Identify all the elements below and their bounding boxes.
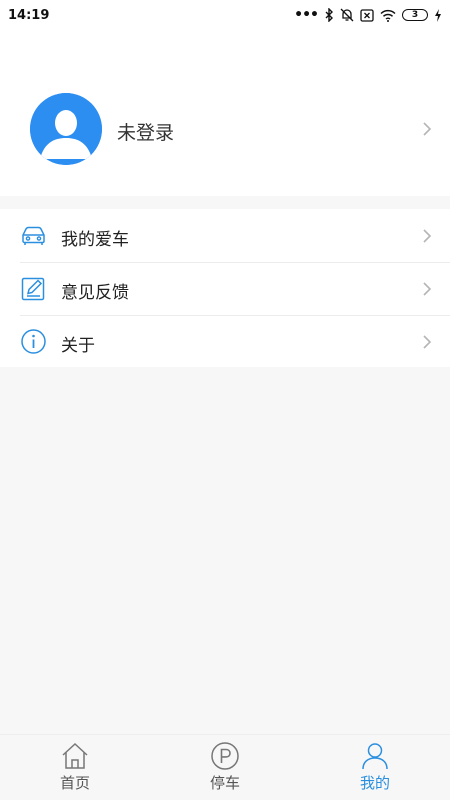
- menu-item-about[interactable]: 关于: [0, 315, 450, 368]
- menu-item-feedback[interactable]: 意见反馈: [0, 262, 450, 315]
- status-icons: ••• 3: [294, 8, 442, 22]
- status-time: 14:19: [8, 7, 50, 23]
- tab-label: 我的: [359, 774, 390, 792]
- tab-label: 停车: [209, 774, 240, 792]
- battery-icon: 3: [402, 9, 428, 21]
- login-status-label[interactable]: 未登录: [117, 118, 174, 145]
- menu-item-my-car[interactable]: 我的爱车: [0, 209, 450, 262]
- chevron-right-icon: [423, 282, 432, 296]
- menu-list: 我的爱车 意见反馈 关于: [0, 209, 450, 367]
- menu-item-label: 意见反馈: [61, 283, 129, 303]
- mute-icon: [340, 8, 354, 22]
- charging-icon: [435, 8, 441, 22]
- wifi-icon: [380, 9, 396, 22]
- screen: 14:19 ••• 3 未登录 我的爱车 意见反馈 关于 首页 停车 我的: [0, 0, 450, 800]
- bluetooth-icon: [325, 8, 333, 22]
- status-bar: 14:19 ••• 3: [0, 0, 450, 30]
- profile-header[interactable]: 未登录: [0, 30, 450, 196]
- edit-icon: [21, 277, 45, 301]
- sim-icon: [360, 8, 374, 22]
- chevron-right-icon: [423, 229, 432, 243]
- car-icon: [22, 226, 45, 245]
- parking-icon: [211, 742, 239, 770]
- tab-parking[interactable]: 停车: [150, 735, 300, 800]
- info-icon: [21, 329, 46, 354]
- default-avatar-icon[interactable]: [30, 93, 102, 165]
- chevron-right-icon: [423, 122, 432, 136]
- home-icon: [62, 742, 88, 769]
- tab-home[interactable]: 首页: [0, 735, 150, 800]
- user-icon: [362, 743, 388, 770]
- tab-label: 首页: [59, 774, 90, 792]
- bottom-tab-bar: 首页 停车 我的: [0, 734, 450, 800]
- more-dots-icon: •••: [294, 7, 319, 23]
- chevron-right-icon: [423, 335, 432, 349]
- menu-item-label: 我的爱车: [61, 230, 129, 250]
- menu-item-label: 关于: [61, 336, 95, 356]
- tab-mine[interactable]: 我的: [300, 735, 450, 800]
